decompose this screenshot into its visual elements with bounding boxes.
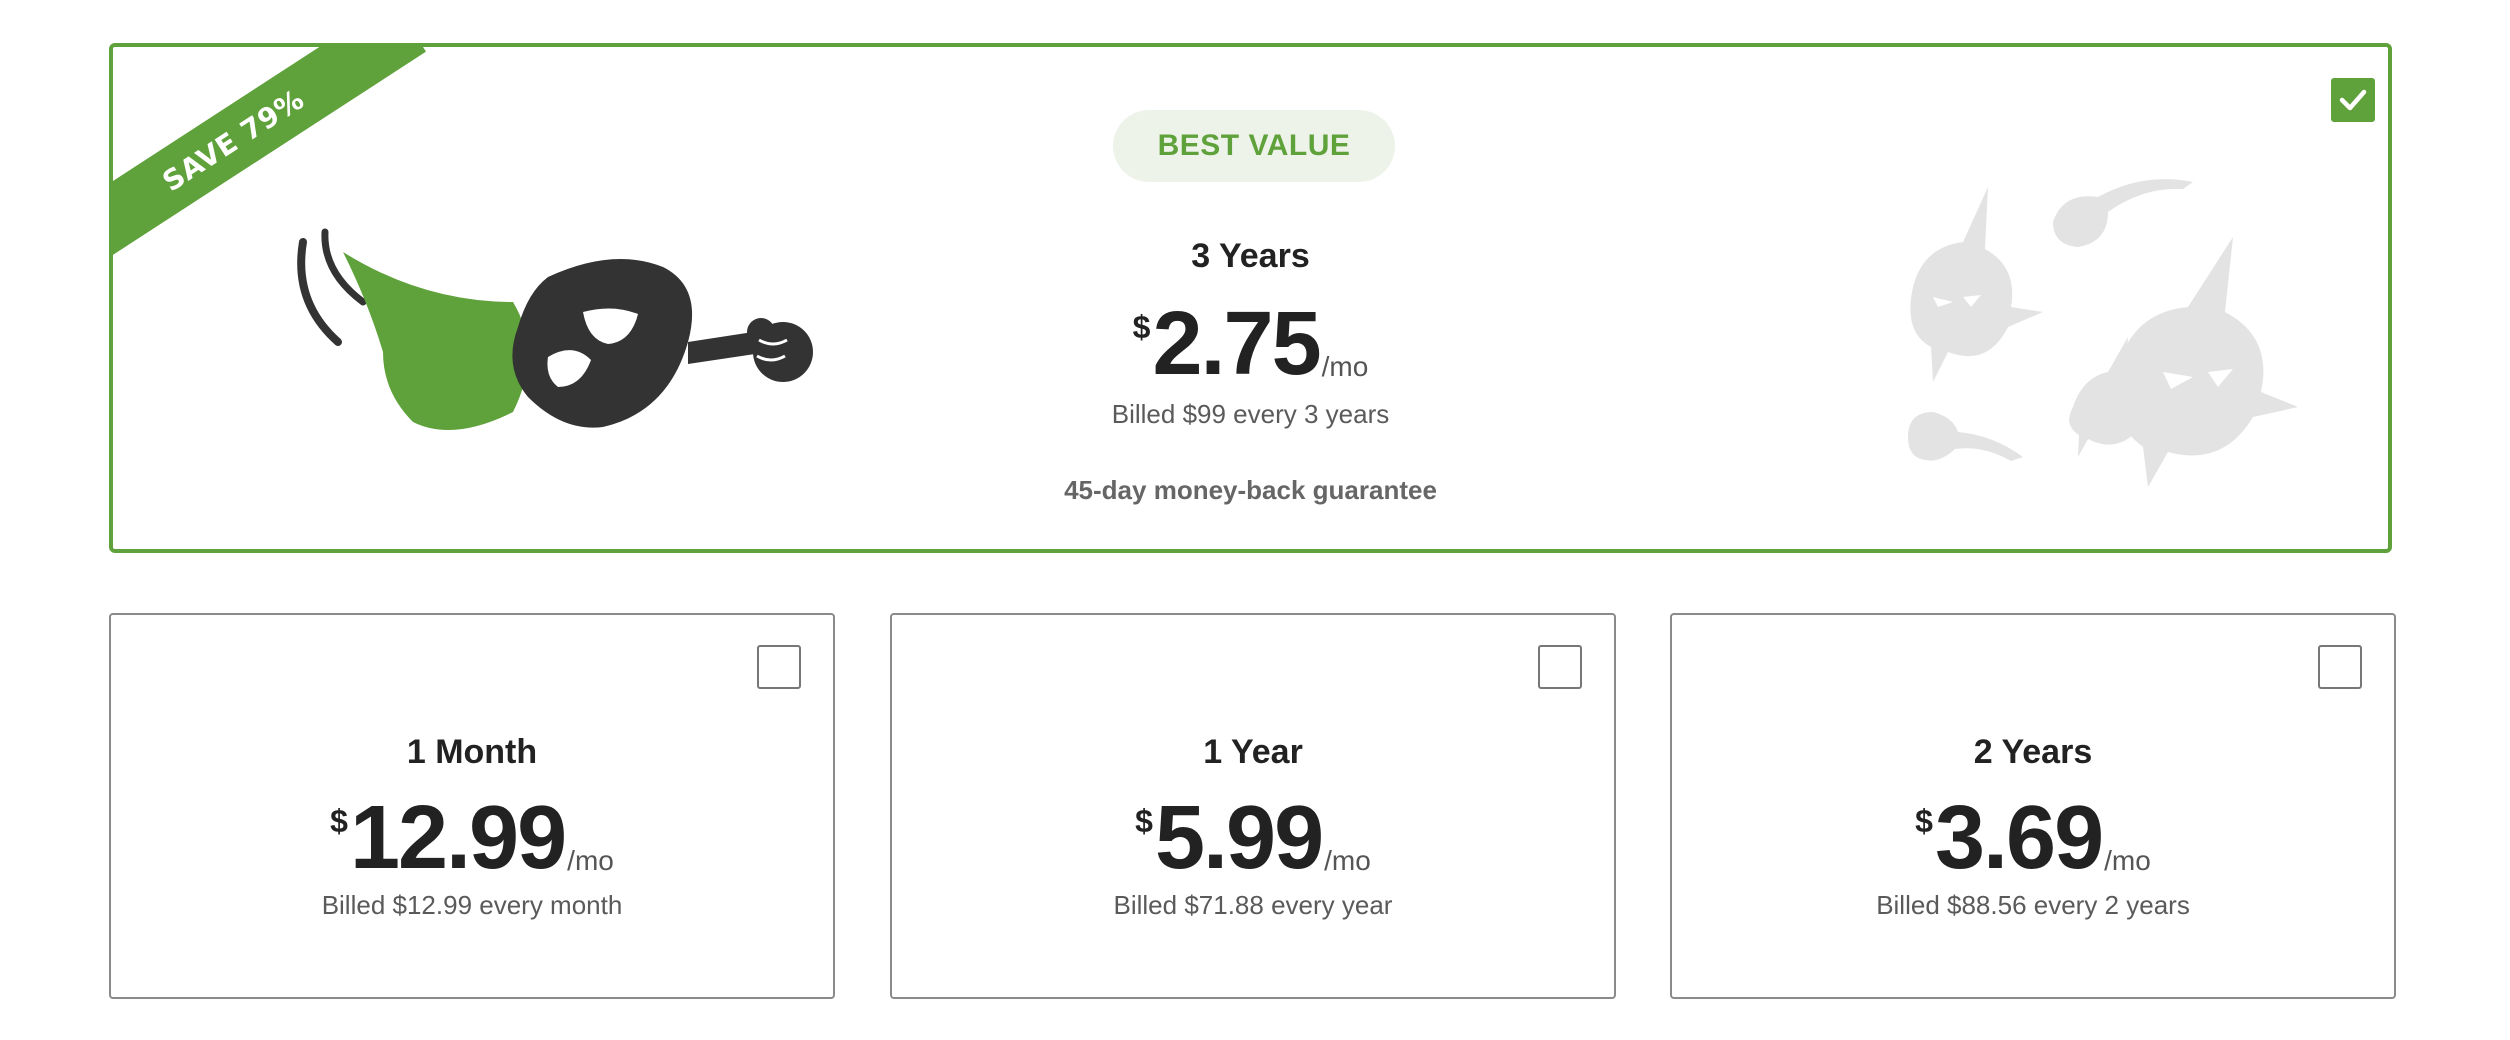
save-ribbon-label: SAVE 79% — [156, 82, 310, 198]
price-period: /mo — [1324, 845, 1371, 876]
best-value-badge: BEST VALUE — [1113, 110, 1395, 182]
price-currency: $ — [330, 803, 348, 839]
price-amount: 3.69 — [1934, 788, 2104, 888]
price-currency: $ — [1132, 309, 1151, 345]
plan-title: 3 Years — [1191, 237, 1310, 275]
billed-text: Billed $12.99 every month — [321, 890, 623, 920]
price-currency: $ — [1135, 803, 1153, 839]
plan-title: 2 Years — [1973, 733, 2093, 771]
price-amount: 12.99 — [349, 788, 567, 888]
plan-card-2-years[interactable]: 2 Years $ 3.69 /mo Billed $88.56 every 2… — [1670, 613, 2396, 999]
plan-title: 1 Month — [406, 733, 538, 771]
plan-1-month-checkbox[interactable] — [757, 645, 801, 689]
plan-price: $ 12.99 /mo — [111, 793, 833, 883]
plan-price: $ 3.69 /mo — [1672, 793, 2394, 883]
checkmark-icon — [2339, 89, 2367, 111]
guarantee-text: 45-day money-back guarantee — [1064, 475, 1437, 505]
plan-card-1-month[interactable]: 1 Month $ 12.99 /mo Billed $12.99 every … — [109, 613, 835, 999]
billed-text: Billed $99 every 3 years — [1111, 399, 1390, 429]
price-amount: 5.99 — [1154, 788, 1324, 888]
plan-1-year-checkbox[interactable] — [1538, 645, 1582, 689]
plan-title: 1 Year — [1203, 733, 1303, 771]
plan-2-years-checkbox[interactable] — [2318, 645, 2362, 689]
plan-card-3-years[interactable]: SAVE 79% BEST VALUE 3 Years $ 2.75 /mo B… — [109, 43, 2392, 553]
price-period: /mo — [1321, 351, 1369, 382]
plan-card-1-year[interactable]: 1 Year $ 5.99 /mo Billed $71.88 every ye… — [890, 613, 1616, 999]
price-period: /mo — [567, 845, 614, 876]
price-period: /mo — [2104, 845, 2151, 876]
plan-3-years-checkbox[interactable] — [2331, 78, 2375, 122]
plan-price: $ 2.75 /mo — [113, 299, 2388, 389]
plan-price: $ 5.99 /mo — [892, 793, 1614, 883]
price-amount: 2.75 — [1152, 294, 1321, 394]
price-currency: $ — [1915, 803, 1933, 839]
billed-text: Billed $71.88 every year — [1113, 890, 1393, 920]
billed-text: Billed $88.56 every 2 years — [1876, 890, 2190, 920]
